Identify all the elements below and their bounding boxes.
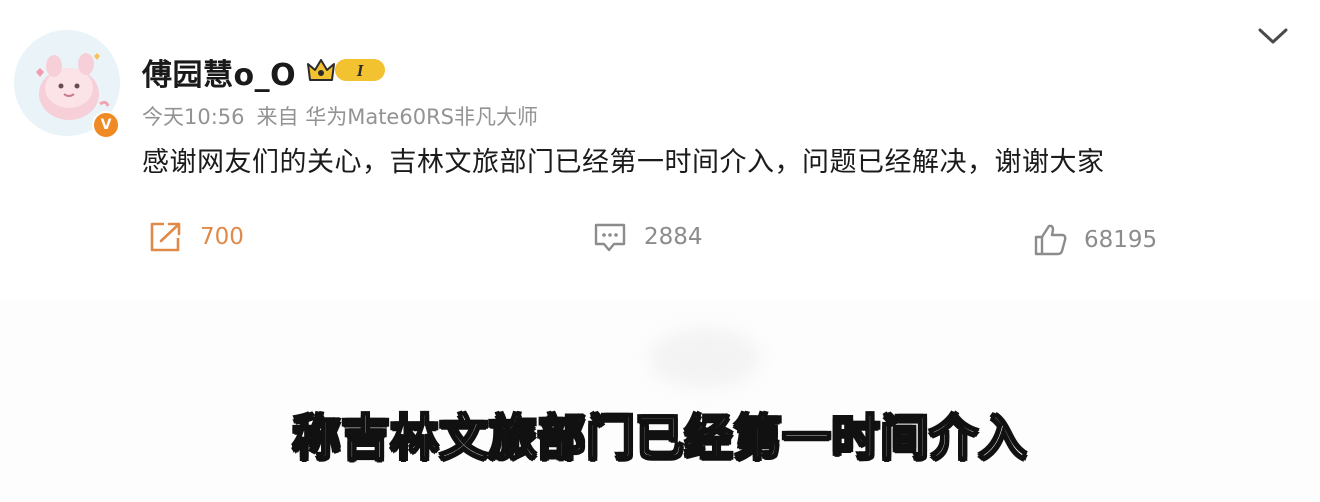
member-level-badge[interactable]: I xyxy=(305,52,387,90)
repost-icon xyxy=(150,222,181,252)
blurred-background xyxy=(650,328,760,388)
weibo-post-card: V 傅园慧o_O I 今天10:56 来自 华为Mate60RS非凡大师 感谢网友… xyxy=(0,0,1320,300)
username[interactable]: 傅园慧o_O xyxy=(142,50,296,94)
crown-icon xyxy=(307,59,335,81)
post-source: 来自 华为Mate60RS非凡大师 xyxy=(256,105,538,129)
post-time[interactable]: 今天10:56 xyxy=(142,105,245,129)
like-icon xyxy=(1034,224,1067,256)
like-button[interactable]: 68195 xyxy=(1032,222,1157,258)
comment-icon xyxy=(594,223,626,252)
post-content: 感谢网友们的关心，吉林文旅部门已经第一时间介入，问题已经解决，谢谢大家 xyxy=(142,147,1105,178)
repost-button[interactable]: 700 xyxy=(148,220,244,254)
video-subtitle: 称吉林文旅部门已经第一时间介入 xyxy=(291,409,1028,467)
comment-count: 2884 xyxy=(644,224,703,250)
like-count: 68195 xyxy=(1084,227,1158,253)
chevron-down-icon[interactable] xyxy=(1256,24,1290,52)
comment-button[interactable]: 2884 xyxy=(592,220,703,254)
post-meta: 今天10:56 来自 华为Mate60RS非凡大师 xyxy=(142,101,538,131)
repost-count: 700 xyxy=(200,224,244,250)
verified-icon: V xyxy=(92,111,120,139)
